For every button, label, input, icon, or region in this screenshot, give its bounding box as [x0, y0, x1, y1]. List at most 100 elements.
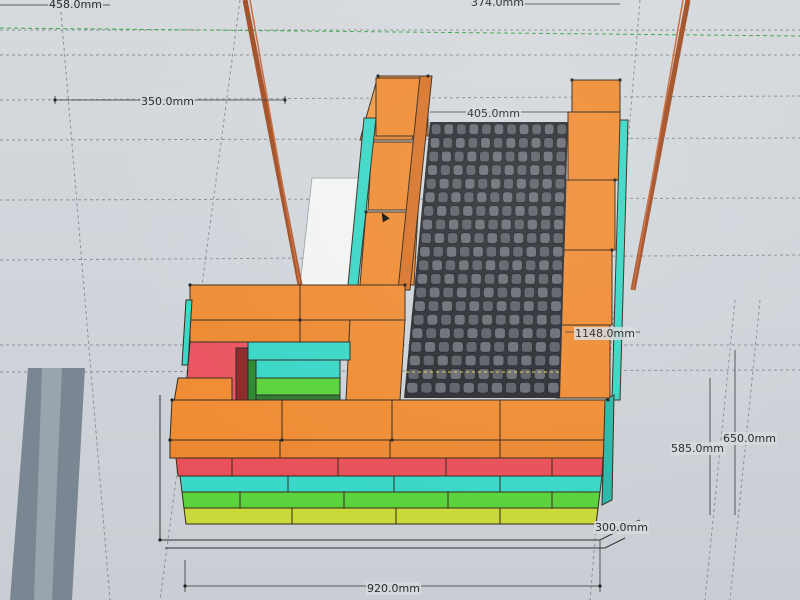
grid-cell — [492, 150, 503, 163]
grid-cell — [549, 327, 561, 339]
grid-cell — [549, 314, 562, 326]
grid-cell — [491, 164, 502, 176]
grid-cell — [540, 218, 551, 231]
grid-cell — [467, 314, 480, 326]
grid-cell — [542, 164, 553, 176]
grid-cell — [526, 218, 538, 231]
grid-cell — [505, 137, 516, 149]
grid-cell — [442, 137, 453, 149]
grid-cell — [533, 368, 546, 380]
grid-cell — [466, 150, 477, 163]
grid-cell — [441, 150, 452, 163]
grid-cell — [489, 191, 501, 203]
grid-cell — [553, 218, 564, 231]
grid-cell — [463, 191, 475, 203]
grid-cell — [500, 218, 512, 231]
grid-cell — [541, 191, 552, 203]
grid-cell — [506, 123, 517, 135]
grid-cell — [478, 354, 491, 367]
grid-cell — [482, 300, 494, 312]
grid-cell — [411, 327, 424, 339]
grid-cell — [423, 205, 435, 217]
grid-cell — [510, 286, 522, 299]
grid-cell — [474, 218, 486, 231]
grid-cell — [551, 259, 563, 271]
grid-cell — [518, 137, 529, 149]
grid-tray — [404, 122, 568, 398]
grid-cell — [521, 341, 533, 353]
grid-cell — [503, 178, 514, 190]
grid-cell — [515, 191, 527, 203]
grid-cell — [461, 218, 473, 231]
grid-cell — [548, 341, 561, 353]
grid-cell — [535, 327, 548, 339]
grid-cell — [455, 137, 466, 149]
grid-cell — [424, 341, 436, 353]
grid-cell — [432, 246, 444, 258]
grid-cell — [462, 382, 475, 394]
grid-cell — [547, 382, 560, 394]
grid-cell — [499, 232, 511, 244]
grid-cell — [511, 259, 523, 271]
grid-cell — [434, 382, 447, 394]
grid-cell — [501, 205, 513, 217]
grid-cell — [414, 300, 426, 312]
grid-cell — [503, 164, 515, 176]
grid-cell — [425, 178, 437, 190]
grid-cell — [426, 314, 438, 326]
grid-cell — [525, 246, 537, 258]
grid-cell — [468, 300, 480, 312]
grid-cell — [454, 314, 466, 326]
grid-cell — [409, 354, 421, 367]
grid-cell — [410, 341, 422, 353]
grid-cell — [476, 382, 489, 394]
modeling-viewport[interactable]: 458.0mm 374.0mm 350.0mm 405.0mm 1148.0mm… — [0, 0, 800, 600]
grid-cell — [548, 354, 560, 367]
grid-cell — [470, 273, 482, 285]
grid-cell — [530, 137, 542, 149]
grid-cell — [433, 232, 445, 244]
grid-cell — [516, 164, 528, 176]
grid-cell — [444, 259, 456, 271]
grid-cell — [493, 341, 505, 353]
grid-cell — [507, 341, 519, 353]
grid-cell — [450, 354, 463, 367]
grid-cell — [490, 178, 501, 190]
grid-cell — [464, 178, 476, 190]
grid-cell — [463, 368, 476, 380]
grid-cell — [477, 368, 490, 380]
grid-cell — [538, 259, 550, 271]
grid-cell — [453, 150, 465, 163]
grid-cell — [429, 137, 441, 149]
grid-cell — [528, 191, 539, 203]
grid-cell — [438, 341, 450, 353]
grid-cell — [475, 205, 487, 217]
grid-cell — [552, 232, 564, 244]
grid-cell — [529, 164, 541, 176]
grid-cell — [535, 341, 547, 353]
grid-cell — [443, 273, 455, 285]
grid-cell — [537, 286, 549, 299]
grid-cell — [497, 273, 509, 285]
model-canvas[interactable] — [0, 0, 800, 600]
grid-cell — [514, 205, 526, 217]
grid-cell — [539, 232, 551, 244]
grid-cell — [526, 232, 538, 244]
dimension-label-458: 458.0mm — [48, 0, 103, 11]
grid-cell — [493, 123, 505, 135]
grid-cell — [462, 205, 474, 217]
grid-cell — [457, 273, 469, 285]
grid-cell — [415, 286, 427, 299]
grid-cell — [524, 273, 536, 285]
grid-cell — [550, 300, 562, 312]
grid-cell — [542, 150, 554, 163]
grid-cell — [437, 191, 449, 203]
grid-cell — [424, 191, 436, 203]
grid-cell — [484, 273, 496, 285]
grid-cell — [435, 368, 448, 380]
grid-cell — [465, 164, 477, 176]
grid-cell — [554, 191, 565, 203]
grid-cell — [518, 123, 530, 135]
grid-cell — [496, 286, 508, 299]
grid-cell — [527, 205, 539, 217]
